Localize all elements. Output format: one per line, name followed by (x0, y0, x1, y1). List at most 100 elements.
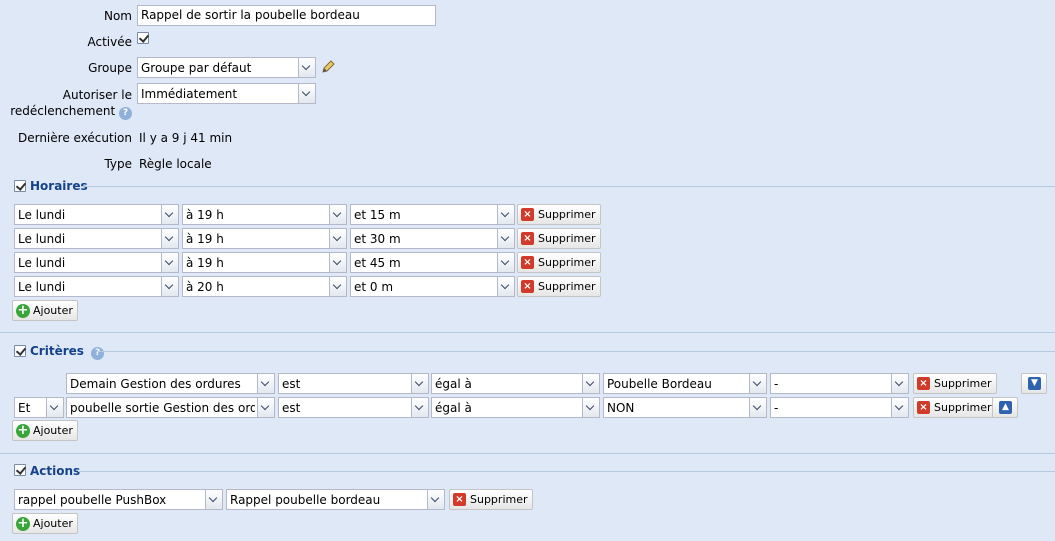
chevron-down-icon[interactable] (205, 490, 222, 509)
arrow-down-icon: ▼ (1028, 377, 1041, 390)
criteria-value-select-value: NON (607, 401, 635, 415)
criteria-logic-select[interactable]: Et (14, 397, 64, 418)
chevron-down-icon[interactable] (582, 374, 599, 393)
delete-label: Supprimer (538, 256, 596, 269)
criteria-verb-select-value: est (282, 401, 301, 415)
action-device-select-value: rappel poubelle PushBox (18, 493, 167, 507)
chevron-down-icon[interactable] (329, 229, 346, 248)
criteria-delete-button[interactable]: × Supprimer (913, 397, 997, 418)
add-label: Ajouter (33, 304, 73, 317)
criteres-bottom-divider (0, 453, 1055, 454)
schedule-hour-select[interactable]: à 20 h (182, 276, 347, 297)
add-icon: + (16, 422, 30, 438)
schedule-day-select[interactable]: Le lundi (14, 252, 179, 273)
criteria-extra-select[interactable]: - (770, 373, 909, 394)
schedule-delete-button[interactable]: × Supprimer (517, 228, 601, 249)
chevron-down-icon[interactable] (298, 84, 315, 103)
chevron-down-icon[interactable] (329, 277, 346, 296)
schedule-hour-select[interactable]: à 19 h (182, 252, 347, 273)
criteria-value-select[interactable]: NON (603, 397, 767, 418)
chevron-down-icon[interactable] (749, 398, 766, 417)
chevron-down-icon[interactable] (582, 398, 599, 417)
move-down-button[interactable]: ▼ (1021, 373, 1047, 394)
schedule-minute-select[interactable]: et 30 m (350, 228, 515, 249)
criteria-subject-select-value: Demain Gestion des ordures (70, 377, 241, 391)
delete-icon: × (917, 401, 930, 414)
chevron-down-icon[interactable] (749, 374, 766, 393)
chevron-down-icon[interactable] (891, 374, 908, 393)
schedule-hour-select[interactable]: à 19 h (182, 204, 347, 225)
chevron-down-icon[interactable] (891, 398, 908, 417)
criteria-value-select[interactable]: Poubelle Bordeau (603, 373, 767, 394)
criteres-add-button[interactable]: + Ajouter (12, 420, 78, 441)
chevron-down-icon[interactable] (497, 229, 514, 248)
action-device-select[interactable]: rappel poubelle PushBox (14, 489, 223, 510)
chevron-down-icon[interactable] (161, 229, 178, 248)
schedule-minute-select[interactable]: et 45 m (350, 252, 515, 273)
retrigger-label: Autoriser le redéclenchement ? (0, 87, 132, 120)
delete-label: Supprimer (538, 208, 596, 221)
move-up-button[interactable]: ▲ (992, 397, 1018, 418)
group-select[interactable]: Groupe par défaut (137, 57, 316, 78)
chevron-down-icon[interactable] (161, 277, 178, 296)
chevron-down-icon[interactable] (329, 253, 346, 272)
criteria-operator-select[interactable]: égal à (431, 397, 600, 418)
chevron-down-icon[interactable] (161, 253, 178, 272)
schedule-delete-button[interactable]: × Supprimer (517, 252, 601, 273)
schedule-day-select[interactable]: Le lundi (14, 204, 179, 225)
schedule-delete-button[interactable]: × Supprimer (517, 204, 601, 225)
schedule-minute-select[interactable]: et 15 m (350, 204, 515, 225)
actions-add-button[interactable]: + Ajouter (12, 513, 78, 534)
criteria-logic-select-value: Et (18, 401, 31, 415)
criteria-subject-select[interactable]: poubelle sortie Gestion des ordures (66, 397, 275, 418)
actions-checkbox[interactable] (14, 464, 26, 476)
chevron-down-icon[interactable] (46, 398, 63, 417)
schedule-day-select[interactable]: Le lundi (14, 276, 179, 297)
criteres-divider (98, 351, 1055, 352)
chevron-down-icon[interactable] (411, 398, 428, 417)
chevron-down-icon[interactable] (257, 398, 274, 417)
chevron-down-icon[interactable] (497, 277, 514, 296)
action-message-select[interactable]: Rappel poubelle bordeau (226, 489, 445, 510)
actions-divider (78, 471, 1055, 472)
chevron-down-icon[interactable] (298, 58, 315, 77)
horaires-add-button[interactable]: + Ajouter (12, 300, 78, 321)
name-field[interactable]: Rappel de sortir la poubelle bordeau (137, 5, 436, 26)
add-icon: + (16, 515, 30, 531)
help-icon[interactable]: ? (91, 347, 105, 360)
criteres-checkbox[interactable] (14, 345, 26, 357)
arrow-up-icon: ▲ (999, 401, 1012, 414)
retrigger-select[interactable]: Immédiatement (137, 83, 316, 104)
group-label: Groupe (88, 61, 132, 75)
criteria-extra-select[interactable]: - (770, 397, 909, 418)
criteria-delete-button[interactable]: × Supprimer (913, 373, 997, 394)
add-icon: + (16, 302, 30, 318)
chevron-down-icon[interactable] (329, 205, 346, 224)
horaires-checkbox[interactable] (14, 180, 26, 192)
schedule-hour-select[interactable]: à 19 h (182, 228, 347, 249)
chevron-down-icon[interactable] (497, 205, 514, 224)
active-checkbox[interactable] (137, 32, 149, 44)
action-delete-button[interactable]: × Supprimer (449, 489, 533, 510)
chevron-down-icon[interactable] (497, 253, 514, 272)
chevron-down-icon[interactable] (161, 205, 178, 224)
action-message-select-value: Rappel poubelle bordeau (230, 493, 381, 507)
delete-icon: × (521, 208, 534, 221)
schedule-minute-select-value: et 45 m (354, 256, 401, 270)
help-icon[interactable]: ? (119, 107, 132, 120)
horaires-legend: Horaires (30, 179, 88, 193)
active-label: Activée (87, 35, 132, 49)
chevron-down-icon[interactable] (257, 374, 274, 393)
schedule-day-select-value: Le lundi (18, 256, 66, 270)
criteria-operator-select[interactable]: égal à (431, 373, 600, 394)
criteria-subject-select[interactable]: Demain Gestion des ordures (66, 373, 275, 394)
schedule-day-select[interactable]: Le lundi (14, 228, 179, 249)
chevron-down-icon[interactable] (411, 374, 428, 393)
chevron-down-icon[interactable] (427, 490, 444, 509)
schedule-delete-button[interactable]: × Supprimer (517, 276, 601, 297)
criteria-operator-select-value: égal à (435, 377, 472, 391)
criteria-verb-select[interactable]: est (278, 397, 429, 418)
schedule-minute-select[interactable]: et 0 m (350, 276, 515, 297)
edit-pencil-icon[interactable] (320, 59, 336, 75)
criteria-verb-select[interactable]: est (278, 373, 429, 394)
